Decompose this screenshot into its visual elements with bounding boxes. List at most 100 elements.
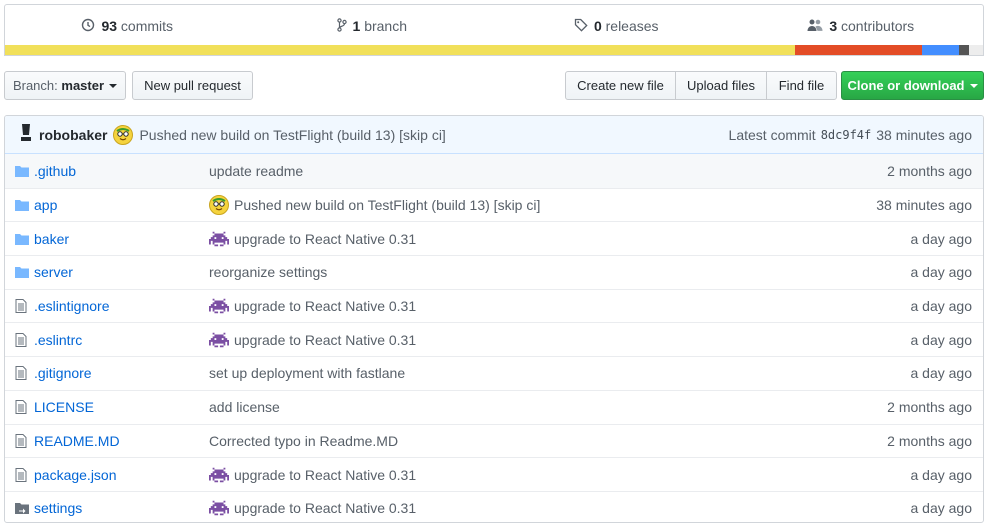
- file-row[interactable]: baker upgrade to React Native 0.31 a day a…: [5, 221, 983, 255]
- file-row[interactable]: app Pushed new build on TestFlight (build…: [5, 187, 983, 222]
- language-segment-3: [958, 45, 970, 55]
- commit-message-link[interactable]: upgrade to React Native 0.31: [234, 500, 416, 516]
- nerd-face-icon: [113, 124, 134, 145]
- branch-count: 1: [352, 18, 361, 34]
- file-navigation: Branch: master New pull request Create n…: [4, 71, 984, 101]
- commit-message-link[interactable]: Corrected typo in Readme.MD: [209, 433, 398, 449]
- file-age: a day ago: [910, 365, 973, 382]
- file-row[interactable]: .gitignore set up deployment with fastlan…: [5, 356, 983, 390]
- history-icon: [81, 18, 95, 35]
- file-commit-message: Corrected typo in Readme.MD: [209, 433, 887, 449]
- nerd-face-icon: [209, 195, 229, 216]
- symlink-folder-icon: [15, 502, 34, 515]
- file-age: a day ago: [910, 500, 973, 517]
- commit-message-link[interactable]: set up deployment with fastlane: [209, 365, 405, 381]
- file-age: 38 minutes ago: [876, 197, 972, 214]
- commit-message-link[interactable]: upgrade to React Native 0.31: [234, 231, 416, 247]
- file-name-link[interactable]: app: [34, 197, 209, 213]
- commit-message-link[interactable]: upgrade to React Native 0.31: [234, 332, 416, 348]
- file-name-link[interactable]: LICENSE: [34, 399, 209, 415]
- file-row[interactable]: LICENSE add license 2 months ago: [5, 389, 983, 424]
- file-commit-message: upgrade to React Native 0.31: [209, 296, 911, 316]
- commit-message-link[interactable]: Pushed new build on TestFlight (build 13…: [234, 197, 540, 213]
- file-name-link[interactable]: .eslintrc: [34, 332, 209, 348]
- commit-message-link[interactable]: add license: [209, 399, 280, 415]
- file-age: 2 months ago: [887, 162, 972, 179]
- branch-label: branch: [364, 18, 407, 34]
- file-icon: [15, 433, 34, 448]
- releases-link[interactable]: 0 releases: [494, 18, 739, 35]
- file-name-link[interactable]: package.json: [34, 467, 209, 483]
- folder-icon: [15, 266, 34, 279]
- file-row[interactable]: package.json upgrade to React Native 0.31…: [5, 457, 983, 491]
- language-bar[interactable]: [5, 45, 983, 55]
- commit-message-link[interactable]: reorganize settings: [209, 264, 327, 280]
- commit-author[interactable]: robobaker: [39, 127, 107, 143]
- file-name-link[interactable]: .gitignore: [34, 365, 209, 381]
- file-icon: [15, 467, 34, 482]
- file-name-link[interactable]: settings: [34, 500, 209, 516]
- commit-message-link[interactable]: upgrade to React Native 0.31: [234, 467, 416, 483]
- clone-or-download-button[interactable]: Clone or download: [841, 71, 984, 100]
- file-name-link[interactable]: README.MD: [34, 433, 209, 449]
- file-icon: [15, 366, 34, 381]
- file-name-link[interactable]: server: [34, 264, 209, 280]
- branches-link[interactable]: 1 branch: [250, 17, 495, 35]
- file-commit-message: set up deployment with fastlane: [209, 365, 911, 381]
- file-icon: [15, 299, 34, 314]
- commit-age: 38 minutes ago: [876, 126, 972, 143]
- branch-prefix: Branch:: [12, 78, 58, 93]
- branch-icon: [336, 17, 347, 35]
- file-age: a day ago: [910, 264, 973, 281]
- folder-icon: [15, 165, 34, 177]
- language-segment-0: [5, 45, 796, 55]
- file-commit-message: update readme: [209, 163, 887, 179]
- commit-message-link[interactable]: update readme: [209, 163, 303, 179]
- create-new-file-button[interactable]: Create new file: [565, 71, 676, 100]
- file-row[interactable]: settings upgrade to React Native 0.31 a da…: [5, 490, 983, 522]
- file-row[interactable]: README.MD Corrected typo in Readme.MD 2 mo…: [5, 423, 983, 458]
- folder-icon: [15, 233, 34, 245]
- file-age: 2 months ago: [887, 432, 972, 449]
- file-name-link[interactable]: baker: [34, 231, 209, 247]
- people-icon: [807, 18, 823, 35]
- file-commit-message: reorganize settings: [209, 264, 911, 280]
- branch-select-button[interactable]: Branch: master: [4, 71, 126, 100]
- branch-name: master: [61, 78, 105, 93]
- new-pull-request-button[interactable]: New pull request: [132, 71, 253, 100]
- contributors-link[interactable]: 3 contributors: [739, 18, 984, 35]
- space-invader-icon: [209, 296, 229, 316]
- commit-message[interactable]: Pushed new build on TestFlight (build 13…: [139, 127, 445, 143]
- language-segment-1: [795, 45, 923, 55]
- space-invader-icon: [209, 229, 229, 249]
- file-row[interactable]: server reorganize settings a day ago: [5, 255, 983, 289]
- clone-label: Clone or download: [847, 78, 965, 93]
- space-invader-icon: [209, 465, 229, 485]
- file-icon: [15, 332, 34, 347]
- caret-down-icon: [109, 83, 118, 88]
- commit-message-link[interactable]: upgrade to React Native 0.31: [234, 298, 416, 314]
- commits-label: commits: [120, 18, 174, 34]
- commit-sha[interactable]: 8dc9f4f: [821, 128, 872, 142]
- contributors-count: 3: [829, 18, 838, 34]
- file-age: a day ago: [910, 331, 973, 348]
- file-age: a day ago: [910, 230, 973, 247]
- language-segment-4: [969, 45, 983, 55]
- file-commit-message: upgrade to React Native 0.31: [209, 330, 911, 350]
- file-row[interactable]: .eslintignore upgrade to React Native 0.3…: [5, 288, 983, 323]
- file-age: a day ago: [910, 298, 973, 315]
- find-file-button[interactable]: Find file: [766, 71, 837, 100]
- file-row[interactable]: .eslintrc upgrade to React Native 0.31 a d…: [5, 322, 983, 356]
- file-age: a day ago: [910, 466, 973, 483]
- robot-avatar[interactable]: [19, 123, 33, 146]
- releases-count: 0: [593, 18, 602, 34]
- contributors-label: contributors: [841, 18, 915, 34]
- caret-down-icon: [969, 83, 978, 88]
- file-age: 2 months ago: [887, 399, 972, 416]
- file-commit-message: add license: [209, 399, 887, 415]
- file-row[interactable]: .github update readme 2 months ago: [5, 154, 983, 188]
- commits-link[interactable]: 93 commits: [5, 18, 250, 35]
- file-name-link[interactable]: .eslintignore: [34, 298, 209, 314]
- upload-files-button[interactable]: Upload files: [675, 71, 767, 100]
- file-name-link[interactable]: .github: [34, 163, 209, 179]
